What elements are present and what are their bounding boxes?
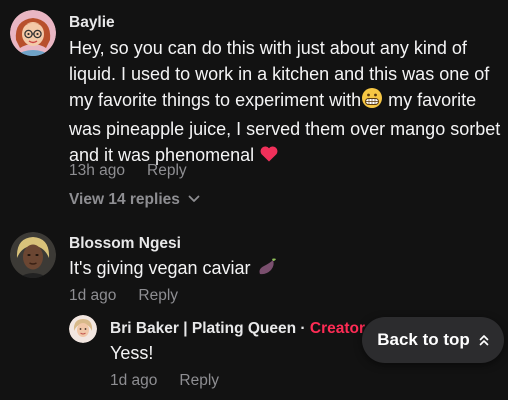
comment-author[interactable]: Baylie [69, 14, 115, 32]
avatar-image [10, 10, 56, 56]
comment-text-part: It's giving vegan caviar [69, 258, 256, 278]
red-heart-emoji-icon [259, 144, 279, 171]
avatar-baylie[interactable] [10, 10, 56, 56]
creator-badge: Creator [309, 320, 366, 337]
reply-author[interactable]: Bri Baker | Plating Queen [110, 320, 296, 337]
reply-author-line: Bri Baker | Plating Queen · Creator [110, 320, 365, 338]
reply-button[interactable]: Reply [179, 372, 219, 389]
reply-time: 1d ago [110, 372, 158, 389]
reply-button[interactable]: Reply [147, 162, 187, 179]
view-replies-button[interactable]: View 14 replies [69, 190, 200, 209]
comment-time: 13h ago [69, 162, 126, 179]
grinning-teeth-emoji-icon [361, 87, 383, 116]
comment-author[interactable]: Blossom Ngesi [69, 235, 181, 253]
avatar-blossom-ngesi[interactable] [10, 232, 56, 278]
reply-button[interactable]: Reply [138, 287, 178, 304]
back-to-top-button[interactable]: Back to top [362, 317, 504, 363]
view-replies-label: View 14 replies [69, 191, 180, 208]
reply-text: Yess! [110, 343, 154, 363]
comment-text: Hey, so you can do this with just about … [69, 35, 501, 171]
comment-text: It's giving vegan caviar [69, 255, 489, 284]
comment-meta: 1d ago Reply [69, 287, 178, 305]
author-separator: · [296, 320, 310, 337]
back-to-top-label: Back to top [377, 330, 470, 349]
eggplant-emoji-icon [256, 257, 278, 284]
avatar-image [10, 232, 56, 278]
chevron-down-icon [188, 190, 200, 208]
double-chevron-up-icon [479, 334, 489, 347]
reply-meta: 1d ago Reply [110, 372, 219, 390]
comment-time: 1d ago [69, 287, 117, 304]
avatar-bri-baker[interactable] [69, 315, 97, 343]
comment-meta: 13h ago Reply [69, 162, 187, 180]
avatar-image [69, 315, 97, 343]
